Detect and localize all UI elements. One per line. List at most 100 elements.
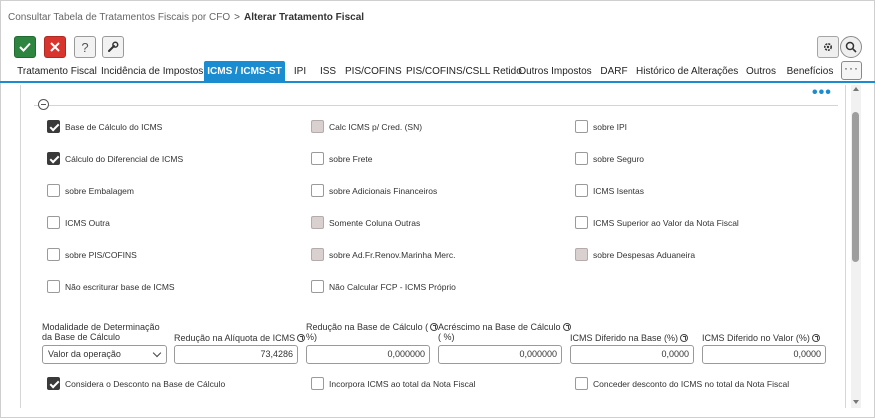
checkbox-label: Não escriturar base de ICMS bbox=[65, 281, 175, 292]
checkbox-sobre-despesas-aduaneira: sobre Despesas Aduaneira bbox=[575, 248, 695, 261]
group-divider bbox=[34, 105, 838, 106]
reducao-aliquota-label-text: Redução na Alíquota de ICMS bbox=[174, 333, 296, 343]
checkbox-box[interactable] bbox=[47, 377, 60, 390]
icms-diferido-base-label-text: ICMS Diferido na Base (%) bbox=[570, 333, 679, 343]
tab-historico-alteracoes[interactable]: Histórico de Alterações bbox=[636, 61, 738, 82]
checkbox-label: sobre Frete bbox=[329, 153, 373, 164]
checkbox-box[interactable] bbox=[47, 248, 60, 261]
checkbox-box[interactable] bbox=[47, 184, 60, 197]
icms-diferido-valor-label: ICMS Diferido no Valor (%) bbox=[702, 333, 820, 343]
scroll-up-icon[interactable] bbox=[853, 87, 859, 91]
wrench-icon bbox=[108, 41, 119, 52]
panel-menu-icon[interactable]: ••• bbox=[812, 84, 832, 102]
icms-diferido-valor-label-text: ICMS Diferido no Valor (%) bbox=[702, 333, 810, 343]
tab-outros[interactable]: Outros bbox=[742, 61, 780, 82]
checkbox-incorpora-icms-total-nf[interactable]: Incorpora ICMS ao total da Nota Fiscal bbox=[311, 377, 475, 390]
breadcrumb: Consultar Tabela de Tratamentos Fiscais … bbox=[8, 12, 364, 23]
checkbox-icms-isentas[interactable]: ICMS Isentas bbox=[575, 184, 644, 197]
help-icon[interactable] bbox=[297, 334, 306, 342]
acrescimo-base-input[interactable]: 0,000000 bbox=[438, 345, 562, 364]
more-tabs-button[interactable]: ··· bbox=[841, 61, 862, 80]
help-icon[interactable] bbox=[811, 334, 820, 342]
checkbox-box[interactable] bbox=[311, 152, 324, 165]
tab-incidencia-impostos[interactable]: Incidência de Impostos bbox=[101, 61, 203, 82]
search-icon bbox=[845, 41, 857, 53]
collapse-icon[interactable] bbox=[38, 99, 49, 110]
checkbox-considera-desconto-base[interactable]: Considera o Desconto na Base de Cálculo bbox=[47, 377, 225, 390]
help-button[interactable]: ? bbox=[74, 36, 96, 58]
acrescimo-base-label-line1: Acréscimo na Base de Cálculo bbox=[438, 322, 561, 332]
tab-tratamento-fiscal[interactable]: Tratamento Fiscal bbox=[16, 61, 98, 82]
checkbox-sobre-seguro[interactable]: sobre Seguro bbox=[575, 152, 644, 165]
help-icon[interactable] bbox=[562, 323, 571, 331]
help-icon: ? bbox=[81, 39, 89, 55]
checkbox-sobre-frete[interactable]: sobre Frete bbox=[311, 152, 372, 165]
checkbox-icms-outra[interactable]: ICMS Outra bbox=[47, 216, 110, 229]
icms-diferido-base-label: ICMS Diferido na Base (%) bbox=[570, 333, 689, 343]
checkbox-box[interactable] bbox=[575, 120, 588, 133]
help-icon[interactable] bbox=[680, 334, 689, 342]
checkbox-label: sobre Adicionais Financeiros bbox=[329, 185, 438, 196]
checkbox-box[interactable] bbox=[311, 377, 324, 390]
tab-outros-impostos[interactable]: Outros Impostos bbox=[518, 61, 592, 82]
tab-beneficios[interactable]: Benefícios bbox=[785, 61, 835, 82]
checkbox-label: sobre IPI bbox=[593, 121, 628, 132]
checkbox-box bbox=[311, 120, 324, 133]
checkbox-box[interactable] bbox=[575, 184, 588, 197]
cancel-button[interactable] bbox=[44, 36, 66, 58]
scroll-down-icon[interactable] bbox=[853, 400, 859, 404]
tab-icms-icms-st[interactable]: ICMS / ICMS-ST bbox=[204, 61, 285, 82]
checkbox-box[interactable] bbox=[47, 152, 60, 165]
reducao-base-label: Redução na Base de Cálculo ( %) bbox=[306, 322, 439, 342]
checkbox-label: sobre Seguro bbox=[593, 153, 645, 164]
checkbox-box[interactable] bbox=[47, 120, 60, 133]
tab-ipi[interactable]: IPI bbox=[289, 61, 311, 82]
checkbox-label: sobre PIS/COFINS bbox=[65, 249, 137, 260]
checkbox-label: ICMS Superior ao Valor da Nota Fiscal bbox=[593, 217, 739, 228]
checkbox-sobre-ipi[interactable]: sobre IPI bbox=[575, 120, 627, 133]
checkbox-icms-superior-valor-nf[interactable]: ICMS Superior ao Valor da Nota Fiscal bbox=[575, 216, 739, 229]
settings-button[interactable] bbox=[817, 36, 839, 58]
icms-diferido-valor-input[interactable]: 0,0000 bbox=[702, 345, 826, 364]
acrescimo-base-label-line2: ( %) bbox=[438, 332, 455, 342]
checkbox-sobre-adicionais-financeiros[interactable]: sobre Adicionais Financeiros bbox=[311, 184, 437, 197]
checkbox-label: sobre Ad.Fr.Renov.Marinha Merc. bbox=[329, 249, 456, 260]
checkbox-nao-calcular-fcp[interactable]: Não Calcular FCP - ICMS Próprio bbox=[311, 280, 456, 293]
tab-pis-cofins[interactable]: PIS/COFINS bbox=[345, 61, 402, 82]
confirm-button[interactable] bbox=[14, 36, 36, 58]
tab-darf[interactable]: DARF bbox=[597, 61, 631, 82]
checkbox-sobre-pis-cofins[interactable]: sobre PIS/COFINS bbox=[47, 248, 137, 261]
checkbox-box[interactable] bbox=[575, 216, 588, 229]
checkbox-base-calculo-icms[interactable]: Base de Cálculo do ICMS bbox=[47, 120, 162, 133]
breadcrumb-separator: > bbox=[234, 12, 240, 23]
breadcrumb-parent[interactable]: Consultar Tabela de Tratamentos Fiscais … bbox=[8, 12, 230, 23]
checkbox-label: Base de Cálculo do ICMS bbox=[65, 121, 163, 132]
checkbox-box[interactable] bbox=[47, 280, 60, 293]
checkbox-conceder-desconto-icms[interactable]: Conceder desconto do ICMS no total da No… bbox=[575, 377, 789, 390]
checkbox-label: Calc ICMS p/ Cred. (SN) bbox=[329, 121, 423, 132]
search-button[interactable] bbox=[840, 36, 862, 58]
reducao-aliquota-input[interactable]: 73,4286 bbox=[174, 345, 298, 364]
checkbox-calculo-diferencial-icms[interactable]: Cálculo do Diferencial de ICMS bbox=[47, 152, 183, 165]
tab-pis-cofins-csll-retido[interactable]: PIS/COFINS/CSLL Retido bbox=[406, 61, 522, 82]
checkbox-box[interactable] bbox=[311, 184, 324, 197]
icms-diferido-base-input[interactable]: 0,0000 bbox=[570, 345, 694, 364]
checkbox-box bbox=[575, 248, 588, 261]
help-icon[interactable] bbox=[430, 323, 439, 331]
tab-iss[interactable]: ISS bbox=[316, 61, 340, 82]
chevron-down-icon bbox=[152, 348, 162, 358]
gear-icon bbox=[823, 42, 833, 52]
close-icon bbox=[50, 42, 60, 52]
checkbox-box[interactable] bbox=[47, 216, 60, 229]
tools-button[interactable] bbox=[102, 36, 124, 58]
checkbox-sobre-embalagem[interactable]: sobre Embalagem bbox=[47, 184, 134, 197]
checkbox-label: Considera o Desconto na Base de Cálculo bbox=[65, 378, 226, 389]
modalidade-value: Valor da operação bbox=[48, 349, 121, 359]
reducao-base-input[interactable]: 0,000000 bbox=[306, 345, 430, 364]
checkbox-nao-escriturar-base[interactable]: Não escriturar base de ICMS bbox=[47, 280, 175, 293]
scrollbar-thumb[interactable] bbox=[852, 112, 859, 262]
checkbox-box[interactable] bbox=[311, 280, 324, 293]
checkbox-box[interactable] bbox=[575, 152, 588, 165]
checkbox-box[interactable] bbox=[575, 377, 588, 390]
modalidade-select[interactable]: Valor da operação bbox=[42, 345, 167, 364]
